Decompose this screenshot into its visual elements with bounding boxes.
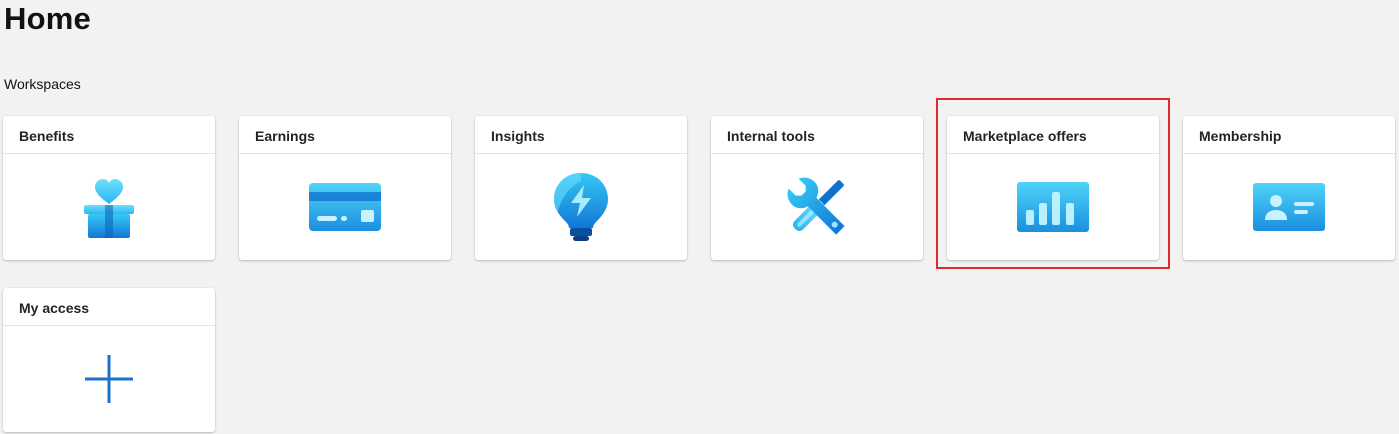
tile-title: Marketplace offers — [947, 116, 1159, 154]
tile-benefits[interactable]: Benefits — [3, 116, 215, 260]
tile-title: Insights — [475, 116, 687, 154]
plus-icon — [84, 354, 134, 404]
tile-internal-tools[interactable]: Internal tools — [711, 116, 923, 260]
tile-title: Earnings — [239, 116, 451, 154]
tile-marketplace-offers[interactable]: Marketplace offers — [947, 116, 1159, 260]
id-card-icon — [1252, 182, 1326, 232]
tile-membership[interactable]: Membership — [1183, 116, 1395, 260]
tile-title: Benefits — [3, 116, 215, 154]
tile-my-access[interactable]: My access — [3, 288, 215, 432]
tile-earnings[interactable]: Earnings — [239, 116, 451, 260]
tile-title: Internal tools — [711, 116, 923, 154]
page-title: Home — [4, 1, 91, 36]
bar-chart-icon — [1016, 181, 1090, 233]
lightbulb-icon — [552, 171, 610, 243]
tile-title: Membership — [1183, 116, 1395, 154]
wrench-screwdriver-icon — [783, 174, 851, 240]
gift-heart-icon — [81, 174, 137, 240]
tile-insights[interactable]: Insights — [475, 116, 687, 260]
credit-card-icon — [308, 182, 382, 232]
section-label-workspaces: Workspaces — [4, 76, 81, 92]
tile-title: My access — [3, 288, 215, 326]
